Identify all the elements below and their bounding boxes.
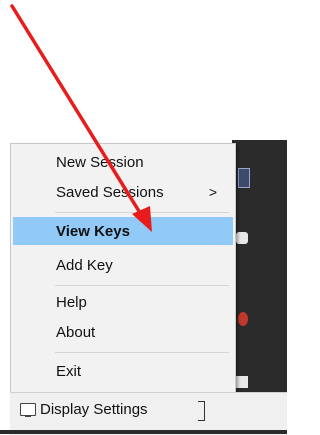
annotation-arrow-icon [10, 4, 152, 232]
